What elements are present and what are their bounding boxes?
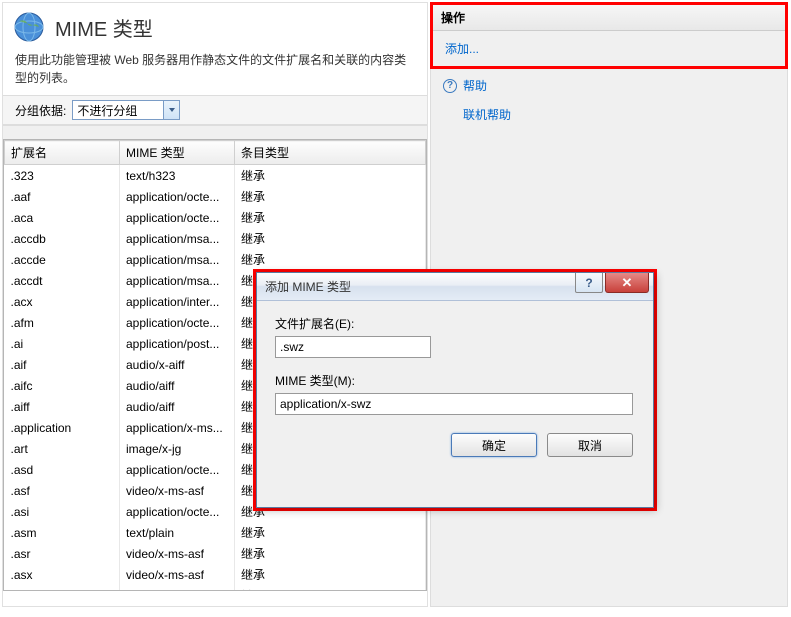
cell-mime: application/octe... [120, 501, 235, 522]
table-row[interactable]: .acaapplication/octe...继承 [5, 207, 426, 228]
cell-ext: .aifc [5, 375, 120, 396]
cell-mime: application/msa... [120, 270, 235, 291]
ok-button[interactable]: 确定 [451, 433, 537, 457]
dialog-close-button[interactable]: ✕ [605, 273, 649, 293]
cell-mime: application/post... [120, 333, 235, 354]
ext-label: 文件扩展名(E): [275, 315, 635, 332]
cell-ext: .accdt [5, 270, 120, 291]
cell-mime: text/plain [120, 522, 235, 543]
cell-mime: video/x-ms-asf [120, 564, 235, 585]
table-row[interactable]: .aafapplication/octe...继承 [5, 186, 426, 207]
close-icon: ✕ [622, 275, 633, 291]
dialog-body: 文件扩展名(E): MIME 类型(M): 确定 取消 [257, 301, 653, 471]
cell-mime: video/x-ms-asf [120, 480, 235, 501]
mime-label: MIME 类型(M): [275, 372, 635, 389]
cell-entry: 继承 [235, 186, 426, 207]
col-header-mime[interactable]: MIME 类型 [120, 141, 235, 165]
cell-ext: .asx [5, 564, 120, 585]
col-header-entry[interactable]: 条目类型 [235, 141, 426, 165]
cell-entry: 继承 [235, 228, 426, 249]
cell-entry: 继承 [235, 543, 426, 564]
cell-mime: application/msa... [120, 249, 235, 270]
cell-ext: .asi [5, 501, 120, 522]
cell-mime: text/h323 [120, 165, 235, 187]
question-icon: ? [585, 276, 592, 290]
cell-ext: .application [5, 417, 120, 438]
cell-mime: image/x-jg [120, 438, 235, 459]
groupby-row: 分组依据: 不进行分组 [3, 95, 427, 125]
cell-mime: application/octe... [120, 312, 235, 333]
table-row[interactable]: .atomapplication/ato...继承 [5, 585, 426, 590]
actions-header: 操作 [433, 5, 785, 31]
action-online-help[interactable]: 联机帮助 [443, 103, 775, 126]
cell-ext: .acx [5, 291, 120, 312]
cell-ext: .aif [5, 354, 120, 375]
dialog-title: 添加 MIME 类型 [265, 278, 575, 295]
action-add[interactable]: 添加... [445, 37, 773, 60]
cell-mime: application/x-ms... [120, 417, 235, 438]
groupby-select[interactable]: 不进行分组 [72, 100, 180, 120]
cell-mime: application/inter... [120, 291, 235, 312]
groupby-dropdown-button[interactable] [163, 101, 179, 119]
add-mime-dialog-wrap: 添加 MIME 类型 ? ✕ 文件扩展名(E): MIME 类型(M): 确定 … [253, 269, 657, 511]
chevron-down-icon [169, 108, 175, 112]
cell-ext: .asr [5, 543, 120, 564]
cancel-button[interactable]: 取消 [547, 433, 633, 457]
action-help[interactable]: 帮助 [463, 74, 487, 97]
cell-ext: .aca [5, 207, 120, 228]
globe-icon [13, 11, 45, 43]
help-row: ? 帮助 [431, 68, 787, 103]
cell-ext: .atom [5, 585, 120, 590]
cell-ext: .ai [5, 333, 120, 354]
cell-ext: .323 [5, 165, 120, 187]
cell-ext: .asf [5, 480, 120, 501]
groupby-label: 分组依据: [15, 102, 66, 119]
add-mime-dialog: 添加 MIME 类型 ? ✕ 文件扩展名(E): MIME 类型(M): 确定 … [256, 272, 654, 508]
groupby-selected: 不进行分组 [73, 102, 141, 119]
table-row[interactable]: .323text/h323继承 [5, 165, 426, 187]
cell-ext: .art [5, 438, 120, 459]
cell-ext: .aiff [5, 396, 120, 417]
cell-mime: application/ato... [120, 585, 235, 590]
cell-entry: 继承 [235, 165, 426, 187]
cell-ext: .afm [5, 312, 120, 333]
table-row[interactable]: .asrvideo/x-ms-asf继承 [5, 543, 426, 564]
cell-mime: application/octe... [120, 186, 235, 207]
col-header-extension[interactable]: 扩展名 [5, 141, 120, 165]
dialog-titlebar[interactable]: 添加 MIME 类型 ? ✕ [257, 273, 653, 301]
cell-entry: 继承 [235, 585, 426, 590]
cell-mime: application/msa... [120, 228, 235, 249]
cell-mime: audio/aiff [120, 396, 235, 417]
cell-ext: .accde [5, 249, 120, 270]
help-icon: ? [443, 79, 457, 93]
page-title: MIME 类型 [55, 13, 153, 42]
cell-mime: audio/aiff [120, 375, 235, 396]
page-description: 使用此功能管理被 Web 服务器用作静态文件的文件扩展名和关联的内容类型的列表。 [3, 47, 427, 95]
ext-input[interactable] [275, 336, 431, 358]
cell-ext: .aaf [5, 186, 120, 207]
cell-mime: application/octe... [120, 207, 235, 228]
cell-entry: 继承 [235, 522, 426, 543]
view-mode-strip [3, 125, 427, 139]
panel-header: MIME 类型 [3, 3, 427, 47]
cell-mime: audio/x-aiff [120, 354, 235, 375]
mime-input[interactable] [275, 393, 633, 415]
dialog-help-button[interactable]: ? [575, 273, 603, 293]
cell-mime: application/octe... [120, 459, 235, 480]
table-row[interactable]: .asxvideo/x-ms-asf继承 [5, 564, 426, 585]
cell-entry: 继承 [235, 249, 426, 270]
table-row[interactable]: .accdeapplication/msa...继承 [5, 249, 426, 270]
cell-entry: 继承 [235, 564, 426, 585]
cell-ext: .asd [5, 459, 120, 480]
cell-entry: 继承 [235, 207, 426, 228]
table-row[interactable]: .accdbapplication/msa...继承 [5, 228, 426, 249]
table-row[interactable]: .asmtext/plain继承 [5, 522, 426, 543]
cell-mime: video/x-ms-asf [120, 543, 235, 564]
cell-ext: .asm [5, 522, 120, 543]
cell-ext: .accdb [5, 228, 120, 249]
